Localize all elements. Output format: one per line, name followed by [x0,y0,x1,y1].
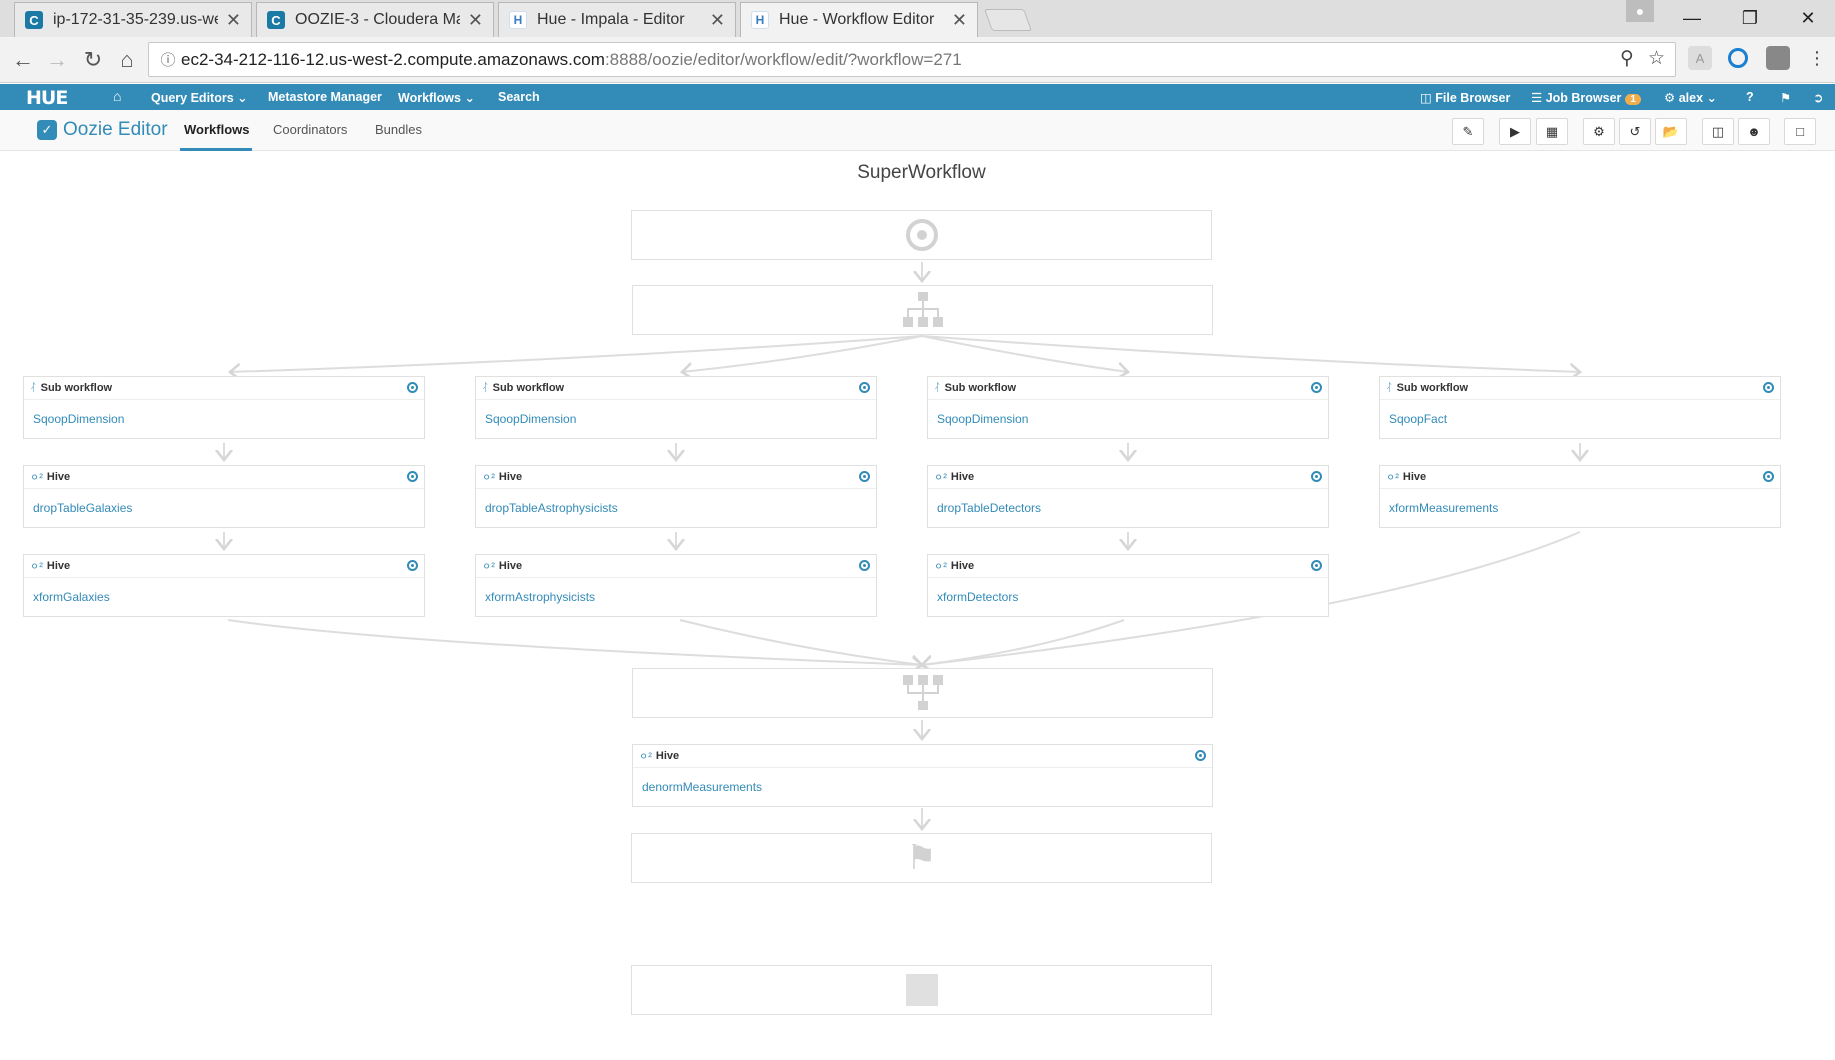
code-fork-icon: ᛮ [934,382,941,394]
hive-icon: ⚪² [30,471,43,484]
action-name[interactable]: xformDetectors [937,590,1018,604]
node-settings-icon[interactable] [859,560,870,571]
action-type: Hive [46,471,71,483]
node-settings-icon[interactable] [1763,471,1774,482]
action-type: Hive [950,471,975,483]
start-node[interactable] [631,210,1212,260]
node-settings-icon[interactable] [407,382,418,393]
action-name[interactable]: dropTableDetectors [937,501,1041,515]
browser-tab-active[interactable]: H Hue - Workflow Editor ✕ [740,2,978,37]
node-settings-icon[interactable] [1311,471,1322,482]
hive-icon: ⚪² [934,560,947,573]
action-name[interactable]: dropTableAstrophysicists [485,501,618,515]
action-type: Sub workflow [1396,382,1469,394]
action-name[interactable]: SqoopFact [1389,412,1447,426]
node-settings-icon[interactable] [1763,382,1774,393]
flag-checkered-icon: ⚑ [906,839,937,877]
action-type: Hive [655,750,680,762]
tab-title: Hue - Workflow Editor [779,11,935,28]
edge [227,619,922,665]
hive-action-node[interactable]: ⚪² Hive xformMeasurements [1379,465,1781,528]
hive-action-node[interactable]: ⚪² Hive dropTableDetectors [927,465,1329,528]
action-type: Hive [46,560,71,572]
hive-icon: ⚪² [934,471,947,484]
hive-action-node[interactable]: ⚪² Hive dropTableAstrophysicists [475,465,877,528]
action-type: Hive [1402,471,1427,483]
node-settings-icon[interactable] [859,382,870,393]
close-icon[interactable]: ✕ [952,10,967,31]
subworkflow-action-node[interactable]: ᛮ Sub workflow SqoopDimension [927,376,1329,439]
hive-action-node[interactable]: ⚪² Hive xformAstrophysicists [475,554,877,617]
workflow-edges [0,262,1835,1060]
fork-sitemap-icon [902,292,943,327]
hive-icon: ⚪² [1386,471,1399,484]
node-settings-icon[interactable] [407,471,418,482]
node-settings-icon[interactable] [407,560,418,571]
action-type: Hive [498,560,523,572]
end-node[interactable]: ⚑ [631,833,1212,883]
action-type: Sub workflow [40,382,113,394]
hive-icon: ⚪² [482,560,495,573]
join-sitemap-icon [902,675,943,710]
action-name[interactable]: SqoopDimension [937,412,1028,426]
subworkflow-action-node[interactable]: ᛮ Sub workflow SqoopDimension [475,376,877,439]
hive-action-node[interactable]: ⚪² Hive dropTableGalaxies [23,465,425,528]
node-settings-icon[interactable] [1195,750,1206,761]
stop-square-icon [905,974,938,1006]
action-type: Hive [498,471,523,483]
subworkflow-action-node[interactable]: ᛮ Sub workflow SqoopFact [1379,376,1781,439]
start-target-icon [905,219,938,251]
action-name[interactable]: SqoopDimension [485,412,576,426]
action-name[interactable]: xformMeasurements [1389,501,1498,515]
code-fork-icon: ᛮ [482,382,489,394]
hive-icon: ⚪² [482,471,495,484]
node-settings-icon[interactable] [859,471,870,482]
action-type: Sub workflow [944,382,1017,394]
edge [679,619,922,665]
action-type: Sub workflow [492,382,565,394]
action-name[interactable]: SqoopDimension [33,412,124,426]
subworkflow-action-node[interactable]: ᛮ Sub workflow SqoopDimension [23,376,425,439]
edge [921,335,1128,372]
fork-node[interactable] [632,285,1213,335]
join-node[interactable] [632,668,1213,718]
action-type: Hive [950,560,975,572]
code-fork-icon: ᛮ [1386,382,1393,394]
code-fork-icon: ᛮ [30,382,37,394]
hue-icon: H [751,11,769,29]
hive-icon: ⚪² [639,750,652,763]
hive-action-node[interactable]: ⚪² Hive xformDetectors [927,554,1329,617]
kill-node[interactable] [631,965,1212,1015]
action-name[interactable]: denormMeasurements [642,780,762,794]
action-name[interactable]: xformAstrophysicists [485,590,595,604]
edge [682,335,923,372]
hive-icon: ⚪² [30,560,43,573]
node-settings-icon[interactable] [1311,560,1322,571]
action-name[interactable]: dropTableGalaxies [33,501,132,515]
hive-action-node[interactable]: ⚪² Hive denormMeasurements [632,744,1213,807]
node-settings-icon[interactable] [1311,382,1322,393]
hive-action-node[interactable]: ⚪² Hive xformGalaxies [23,554,425,617]
action-name[interactable]: xformGalaxies [33,590,110,604]
